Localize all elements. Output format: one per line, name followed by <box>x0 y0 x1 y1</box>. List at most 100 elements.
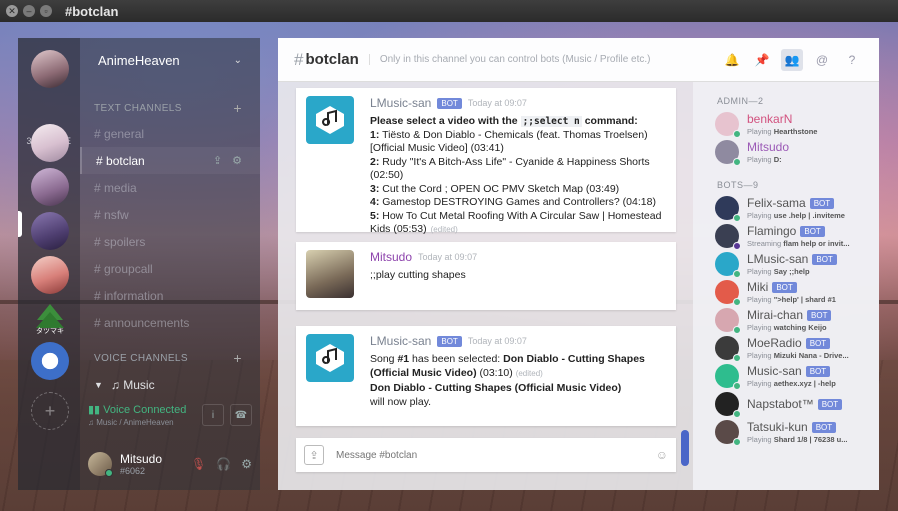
member-lmusic-san[interactable]: LMusic-san BOT Playing Say ;;help <box>693 250 879 278</box>
server-icon-home[interactable] <box>31 50 69 88</box>
member-activity: Playing use .help | .inviteme <box>747 211 845 220</box>
settings-gear-icon[interactable]: ⚙ <box>241 457 252 471</box>
status-dot <box>733 270 741 278</box>
window-close-button[interactable]: ✕ <box>6 5 18 17</box>
notification-bell-icon[interactable]: 🔔 <box>721 49 743 71</box>
chevron-down-icon[interactable]: ⌄ <box>234 55 242 66</box>
window-maximize-button[interactable]: ▫ <box>40 5 52 17</box>
member-tatsuki-kun[interactable]: Tatsuki-kun BOT Playing Shard 1/8 | 76238 … <box>693 418 879 446</box>
chat-scrollbar[interactable] <box>681 430 689 466</box>
channel-nsfw[interactable]: # nsfw <box>80 201 260 228</box>
channel-botclan[interactable]: # botclan ⇪ ⚙ <box>80 147 260 174</box>
message-author[interactable]: Mitsudo <box>370 250 412 264</box>
server-header[interactable]: AnimeHeaven ⌄ <box>80 38 260 82</box>
member-moeradio[interactable]: MoeRadio BOT Playing Mizuki Nana - Drive..… <box>693 334 879 362</box>
server-icon-6[interactable] <box>31 342 69 380</box>
channel-topic: Only in this channel you can control bot… <box>368 54 651 65</box>
member-activity: Playing aethex.xyz | -help <box>747 379 836 388</box>
status-dot <box>733 130 741 138</box>
hash-icon: # <box>94 180 105 195</box>
member-mitsudo[interactable]: Mitsudo Playing D: <box>693 138 879 166</box>
pin-icon[interactable]: 📌 <box>751 49 773 71</box>
message-input[interactable] <box>336 449 646 461</box>
bot-tag-badge: BOT <box>807 309 832 321</box>
avatar <box>715 112 741 138</box>
member-name: Mitsudo <box>747 140 790 154</box>
member-list-toggle-icon[interactable]: 👥 <box>781 48 803 71</box>
avatar[interactable] <box>88 452 113 477</box>
channel-settings-gear-icon[interactable]: ⚙ <box>232 154 242 167</box>
signal-icon: ▮▮ <box>88 404 101 416</box>
member-napstabot-[interactable]: Napstabot™ BOT <box>693 390 879 418</box>
bot-tag-badge: BOT <box>811 421 837 433</box>
channel-groupcall[interactable]: # groupcall <box>80 255 260 282</box>
channel-announcements[interactable]: # announcements <box>80 309 260 336</box>
bot-avatar[interactable] <box>306 334 354 382</box>
voice-channels-header[interactable]: VOICE CHANNELS + <box>80 350 260 366</box>
message-timestamp: Today at 09:07 <box>467 98 527 108</box>
bot-avatar[interactable] <box>306 96 354 144</box>
member-name: benkarN <box>747 112 793 126</box>
channel-general[interactable]: # general <box>80 120 260 147</box>
member-activity: Playing ">help' | shard #1 <box>747 295 836 304</box>
member-music-san[interactable]: Music-san BOT Playing aethex.xyz | -help <box>693 362 879 390</box>
message-list: LMusic-san BOT Today at 09:07 Please sel… <box>278 82 693 466</box>
server-icon-animeheaven[interactable] <box>31 168 69 206</box>
bot-tag-badge: BOT <box>437 97 462 109</box>
user-avatar[interactable] <box>306 250 354 298</box>
channel-media[interactable]: # media <box>80 174 260 201</box>
server-icon-4[interactable] <box>31 256 69 294</box>
status-dot <box>733 214 741 222</box>
member-miki[interactable]: Miki BOT Playing ">help' | shard #1 <box>693 278 879 306</box>
server-icon-3[interactable] <box>31 212 69 250</box>
message-body: Please select a video with the ;;select … <box>370 115 666 237</box>
voice-info-button[interactable]: i <box>202 404 224 426</box>
add-channel-icon[interactable]: + <box>233 100 242 116</box>
member-felix-sama[interactable]: Felix-sama BOT Playing use .help | .invite… <box>693 194 879 222</box>
bot-tag-badge: BOT <box>772 281 797 293</box>
window-minimize-button[interactable]: – <box>23 5 35 17</box>
server-icon-5[interactable]: タツマキ <box>31 300 69 338</box>
help-question-icon[interactable]: ? <box>841 49 863 71</box>
plus-icon: + <box>44 400 56 421</box>
channel-spoilers[interactable]: # spoilers <box>80 228 260 255</box>
invite-icon[interactable]: ⇪ <box>213 154 222 167</box>
deafen-headphones-icon[interactable]: 🎧 <box>216 457 231 471</box>
mute-mic-icon[interactable]: 🎙 <box>191 457 206 471</box>
avatar <box>715 308 741 334</box>
member-name: MoeRadio BOT <box>747 336 849 350</box>
avatar <box>715 140 741 166</box>
channel-label: groupcall <box>104 261 153 276</box>
mention-at-icon[interactable]: @ <box>811 49 833 71</box>
avatar <box>715 364 741 390</box>
voice-disconnect-button[interactable]: ☎ <box>230 404 252 426</box>
member-flamingo[interactable]: Flamingo BOT Streaming flam help or invit.… <box>693 222 879 250</box>
add-voice-channel-icon[interactable]: + <box>233 350 242 366</box>
hash-icon: # <box>94 126 105 141</box>
bot-tag-badge: BOT <box>817 398 843 410</box>
message-item: LMusic-san BOT Today at 09:07 Song #1 ha… <box>296 326 676 426</box>
avatar <box>715 224 741 250</box>
upload-icon: ⇪ <box>309 449 319 462</box>
voice-connected-status: ▮▮ Voice Connected <box>88 404 187 416</box>
member-activity: Playing watching Keijo <box>747 323 827 332</box>
member-mirai-chan[interactable]: Mirai-chan BOT Playing watching Keijo <box>693 306 879 334</box>
member-benkarn[interactable]: benkarN Playing Hearthstone <box>693 110 879 138</box>
message-author[interactable]: LMusic-san <box>370 96 431 110</box>
channel-information[interactable]: # information <box>80 282 260 309</box>
message-body: Song #1 has been selected: Don Diablo - … <box>370 353 645 408</box>
add-server-button[interactable]: + <box>31 392 69 430</box>
chat-header: # botclan Only in this channel you can c… <box>278 38 879 82</box>
chat-area: # botclan Only in this channel you can c… <box>278 38 879 490</box>
channel-label: announcements <box>104 315 190 330</box>
member-name: Flamingo BOT <box>747 224 850 238</box>
message-author[interactable]: LMusic-san <box>370 334 431 348</box>
voice-channel-music[interactable]: ▼ ♫ Music <box>80 374 260 396</box>
emoji-picker-icon[interactable]: ☺ <box>656 448 668 462</box>
server-icon-1[interactable] <box>31 124 69 162</box>
command-code: ;;select n <box>520 116 582 127</box>
status-dot <box>733 326 741 334</box>
upload-button[interactable]: ⇪ <box>304 445 324 465</box>
text-channels-header[interactable]: TEXT CHANNELS + <box>80 100 260 116</box>
message-body: ;;play cutting shapes <box>370 269 466 281</box>
